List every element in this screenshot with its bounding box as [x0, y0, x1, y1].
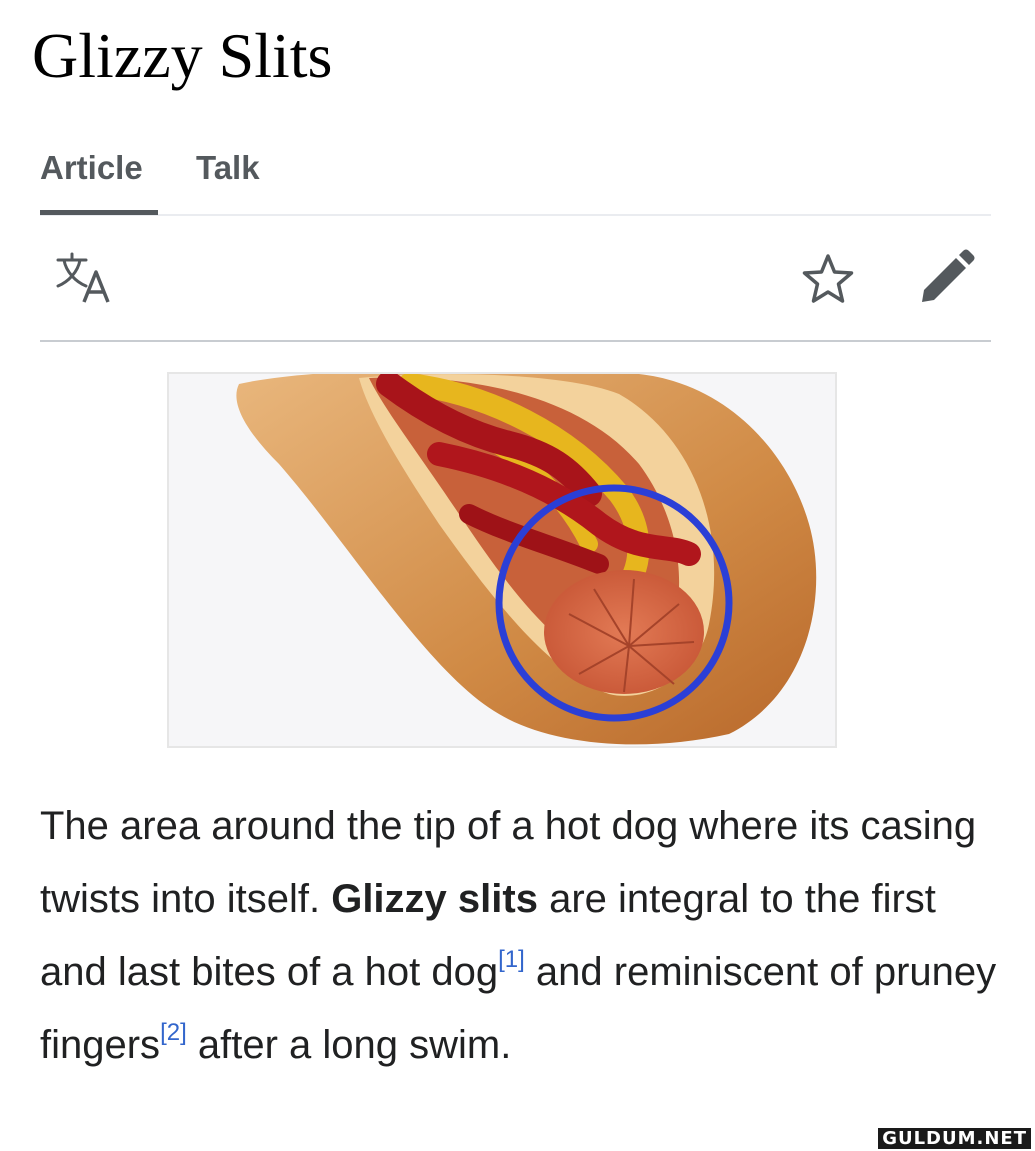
article-text: after a long swim. [186, 1023, 512, 1067]
page-title: Glizzy Slits [32, 20, 333, 91]
hot-dog-figure[interactable] [167, 372, 837, 748]
tab-article[interactable]: Article [40, 146, 158, 215]
pencil-icon [922, 249, 975, 302]
translate-icon [56, 252, 110, 303]
language-button[interactable] [54, 250, 114, 306]
article-paragraph: The area around the tip of a hot dog whe… [40, 790, 1000, 1082]
page-actions-toolbar [40, 240, 991, 342]
edit-button[interactable] [916, 248, 976, 308]
reference-link-1[interactable]: [1] [498, 946, 525, 973]
tab-talk[interactable]: Talk [196, 146, 260, 190]
tab-bar: Article Talk [40, 140, 991, 216]
watch-button[interactable] [800, 252, 856, 308]
reference-link-2[interactable]: [2] [160, 1019, 187, 1046]
article-bold-term: Glizzy slits [331, 877, 538, 921]
hot-dog-image [169, 374, 835, 746]
watermark-logo: GULDUM.NET [878, 1128, 1031, 1149]
star-icon [802, 254, 854, 303]
